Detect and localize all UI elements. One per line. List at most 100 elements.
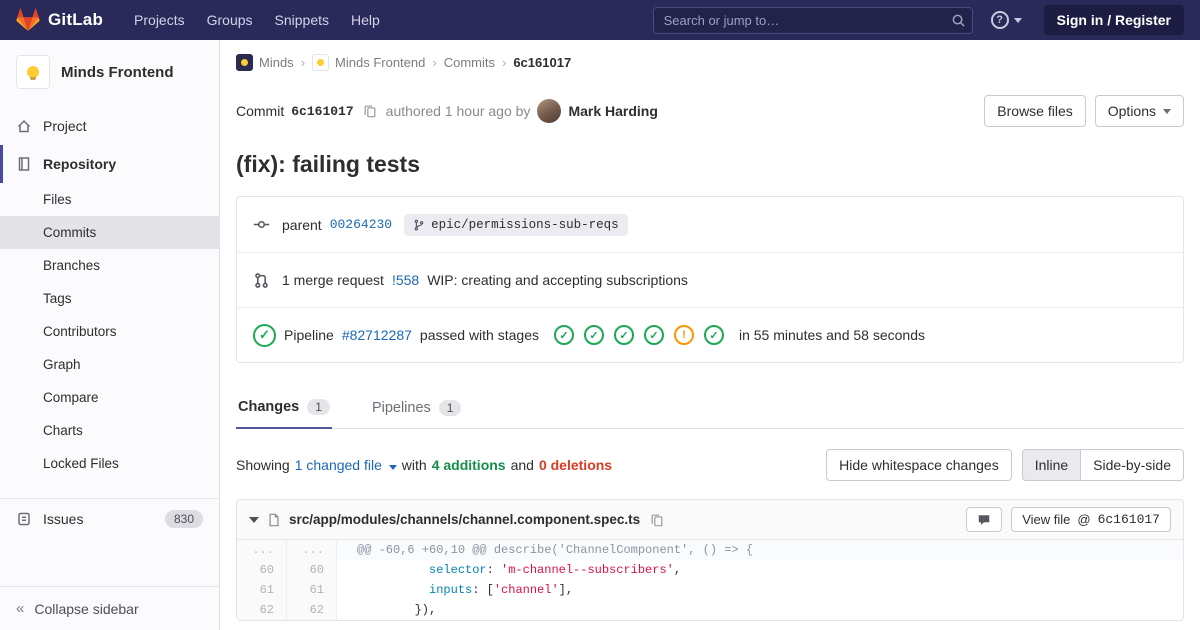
- menu-item-help[interactable]: Help: [340, 0, 391, 40]
- commit-tabs: Changes 1 Pipelines 1: [236, 387, 1184, 429]
- toggle-comments-button[interactable]: [966, 507, 1003, 532]
- additions-count: 4 additions: [431, 457, 506, 473]
- sign-in-button[interactable]: Sign in / Register: [1043, 5, 1184, 35]
- code-line: inputs: ['channel'],: [429, 583, 574, 597]
- mr-ref-link[interactable]: !558: [392, 272, 419, 288]
- chevron-down-icon: [388, 465, 397, 470]
- sidebar-item-contributors[interactable]: Contributors: [0, 315, 219, 348]
- sidebar-item-tags[interactable]: Tags: [0, 282, 219, 315]
- help-icon: [990, 11, 1009, 29]
- breadcrumb-minds-frontend[interactable]: Minds Frontend: [312, 54, 425, 71]
- stage-success-icon[interactable]: ✓: [583, 325, 604, 345]
- new-line-number[interactable]: 62: [287, 600, 337, 620]
- sidebar-item-charts[interactable]: Charts: [0, 414, 219, 447]
- search-input[interactable]: [652, 6, 973, 34]
- old-line-number[interactable]: 62: [237, 600, 287, 620]
- file-path-link[interactable]: src/app/modules/channels/channel.compone…: [289, 512, 640, 527]
- commit-sha: 6c161017: [291, 103, 354, 119]
- old-line-number[interactable]: 61: [237, 580, 287, 600]
- sidebar-item-label: Project: [43, 118, 87, 134]
- branch-ref-badge[interactable]: epic/permissions-sub-reqs: [404, 213, 628, 236]
- diff-line: 62 62 }),: [237, 600, 1183, 620]
- project-context-header[interactable]: Minds Frontend: [0, 40, 219, 103]
- breadcrumb-commits[interactable]: Commits: [444, 55, 495, 70]
- stage-success-icon[interactable]: ✓: [703, 325, 724, 345]
- home-icon: [16, 118, 32, 134]
- stage-success-icon[interactable]: ✓: [643, 325, 664, 345]
- collapse-sidebar-button[interactable]: Collapse sidebar: [0, 586, 219, 630]
- code-line: }),: [414, 603, 437, 617]
- project-avatar: [16, 55, 50, 89]
- sidebar-item-graph[interactable]: Graph: [0, 348, 219, 381]
- diff-content: ... ... @@ -60,6 +60,10 @@ describe('Cha…: [237, 540, 1183, 620]
- diff-line: 60 60 selector: 'm-channel--subscribers'…: [237, 560, 1183, 580]
- tab-pipelines[interactable]: Pipelines 1: [370, 387, 464, 428]
- sidebar-item-compare[interactable]: Compare: [0, 381, 219, 414]
- side-by-side-view-button[interactable]: Side-by-side: [1080, 449, 1184, 481]
- sidebar-item-issues[interactable]: Issues 830: [0, 499, 219, 539]
- hunk-header-text: @@ -60,6 +60,10 @@ describe('ChannelComp…: [357, 543, 754, 557]
- copy-icon: [364, 105, 376, 118]
- gitlab-brand[interactable]: GitLab: [16, 8, 103, 32]
- inline-view-button[interactable]: Inline: [1021, 449, 1082, 481]
- minds-frontend-avatar: [312, 54, 330, 71]
- parent-sha-link[interactable]: 00264230: [330, 217, 392, 232]
- sidebar-item-label: Issues: [43, 511, 84, 527]
- breadcrumb: Minds › Minds Frontend › Commits › 6c161…: [236, 50, 1184, 81]
- stage-success-icon[interactable]: ✓: [613, 325, 634, 345]
- sidebar-item-commits[interactable]: Commits: [0, 216, 219, 249]
- merge-request-icon: [253, 272, 270, 289]
- mr-title: WIP: creating and accepting subscription…: [427, 272, 688, 288]
- info-row-pipeline: ✓ Pipeline #82712287 passed with stages …: [237, 307, 1183, 362]
- menu-item-projects[interactable]: Projects: [123, 0, 196, 40]
- hide-whitespace-button[interactable]: Hide whitespace changes: [826, 449, 1012, 481]
- author-avatar[interactable]: [537, 99, 562, 123]
- collapse-label: Collapse sidebar: [34, 600, 139, 617]
- stage-success-icon[interactable]: ✓: [553, 325, 574, 345]
- diff-line: 61 61 inputs: ['channel'],: [237, 580, 1183, 600]
- collapse-diff-icon[interactable]: [249, 516, 259, 523]
- sidebar-item-repository[interactable]: Repository: [0, 145, 219, 183]
- commit-page: Minds › Minds Frontend › Commits › 6c161…: [220, 40, 1200, 621]
- options-dropdown-button[interactable]: Options: [1094, 95, 1184, 127]
- old-line-number[interactable]: 60: [237, 560, 287, 580]
- global-search: [652, 6, 973, 34]
- copy-sha-button[interactable]: [361, 102, 379, 120]
- commit-icon: [253, 216, 270, 233]
- view-file-button[interactable]: View file @ 6c161017: [1011, 507, 1171, 532]
- pipeline-id-link[interactable]: #82712287: [342, 327, 412, 343]
- new-line-number[interactable]: 61: [287, 580, 337, 600]
- pipeline-status-icon[interactable]: ✓: [253, 323, 276, 347]
- menu-item-groups[interactable]: Groups: [196, 0, 264, 40]
- search-icon[interactable]: [951, 13, 966, 31]
- menu-item-snippets[interactable]: Snippets: [264, 0, 340, 40]
- browse-files-button[interactable]: Browse files: [984, 95, 1086, 127]
- sidebar-item-project[interactable]: Project: [0, 107, 219, 145]
- sidebar-item-label: Repository: [43, 156, 117, 172]
- breadcrumb-separator: ›: [501, 55, 507, 70]
- author-name[interactable]: Mark Harding: [568, 103, 657, 119]
- chevron-down-icon: [1013, 17, 1022, 23]
- copy-file-path-button[interactable]: [648, 511, 666, 529]
- sidebar-item-locked-files[interactable]: Locked Files: [0, 447, 219, 480]
- diff-file: src/app/modules/channels/channel.compone…: [236, 499, 1184, 621]
- new-line-number[interactable]: 60: [287, 560, 337, 580]
- tab-changes[interactable]: Changes 1: [236, 387, 332, 429]
- old-line-number: ...: [237, 540, 287, 560]
- deletions-count: 0 deletions: [538, 457, 613, 473]
- copy-icon: [651, 514, 663, 526]
- sidebar-item-files[interactable]: Files: [0, 183, 219, 216]
- changed-file-dropdown[interactable]: 1 changed file: [295, 457, 397, 473]
- parent-label: parent: [282, 216, 322, 233]
- breadcrumb-minds[interactable]: Minds: [236, 54, 294, 71]
- minds-bulb-icon: [27, 66, 39, 80]
- project-title: Minds Frontend: [61, 63, 174, 81]
- help-dropdown[interactable]: [990, 11, 1022, 29]
- stage-warning-icon[interactable]: !: [673, 325, 694, 345]
- mr-count-text: 1 merge request: [282, 272, 384, 288]
- pipeline-duration: in 55 minutes and 58 seconds: [738, 327, 925, 343]
- pipeline-mini-graph: ✓ ✓ ✓ ✓! ✓: [553, 325, 724, 345]
- diff-hunk-header: ... ... @@ -60,6 +60,10 @@ describe('Cha…: [237, 540, 1183, 560]
- sidebar-item-branches[interactable]: Branches: [0, 249, 219, 282]
- changes-count-badge: 1: [307, 399, 330, 415]
